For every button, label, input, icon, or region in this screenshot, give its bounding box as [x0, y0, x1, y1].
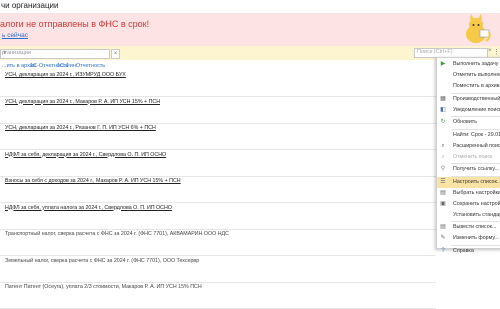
task-link[interactable]: УСН, декларация за 2024 г., ИЗУМРУД ООО …	[5, 72, 126, 78]
chevron-down-icon[interactable]: ▼	[2, 50, 7, 56]
menu-item-label: Расширенный поиск	[453, 142, 500, 149]
menu-item-label: Изменить форму...	[453, 235, 499, 241]
settings-icon: ▤	[440, 189, 446, 196]
blank-icon	[440, 212, 446, 218]
blank-icon	[440, 72, 446, 78]
menu-item[interactable]: Найти: Срок - 29.01.20	[437, 130, 500, 141]
menu-item[interactable]: ⌕ Расширенный поиск	[437, 141, 500, 152]
task-link[interactable]: Транспортный налог, сверка расчета с ФНС…	[5, 231, 229, 237]
menu-item[interactable]: ↻ Обновить	[437, 117, 500, 128]
organization-select[interactable]: рганизации ▼	[0, 49, 110, 59]
menu-item[interactable]: ▣ Сохранить настройки	[437, 199, 500, 210]
menu-item-label: Отменить поиск	[453, 153, 493, 160]
link-icon: ⚲	[440, 166, 446, 172]
menu-item-label: Обновить	[453, 119, 477, 125]
table-row[interactable]: УСН, декларация за 2024 г., Рязанов Г. П…	[0, 123, 436, 150]
filter-bar: ...ить в архив 1С-Отчетность 1С:ФинОтчет…	[0, 60, 500, 70]
menu-item[interactable]: ☰ Настроить список...	[437, 176, 500, 188]
menu-item[interactable]: Отметить выполненные	[437, 70, 500, 81]
table-row[interactable]: НДФЛ за себя, уплата налога за 2024 г., …	[0, 203, 436, 230]
banner-action-link[interactable]: ь сейчас	[2, 32, 28, 39]
print-icon: ▤	[440, 224, 446, 230]
context-menu: ▶ Выполнить задачу Отметить выполненные Пом…	[436, 57, 500, 254]
menu-item[interactable]: ⌕ Отменить поиск	[437, 152, 500, 163]
menu-item-label: Выбрать настройки...	[453, 189, 500, 196]
menu-item-label: Поместить в архив	[453, 83, 500, 89]
menu-item[interactable]: ◧ Уведомление поискам	[437, 105, 500, 116]
task-link[interactable]: Земельный налог, сверка расчета с ФНС за…	[5, 258, 199, 264]
menu-item-label: Отметить выполненные	[453, 72, 500, 78]
warning-banner: алоги не отправлены в ФНС в срок! ь сейч…	[0, 13, 500, 46]
search-clear-icon[interactable]: ×	[488, 48, 492, 54]
menu-item-label: Установить стандартн	[453, 211, 500, 218]
menu-item-label: Получить ссылку...	[453, 166, 499, 172]
cancel-search-icon: ⌕	[441, 153, 445, 160]
menu-item-label: Уведомление поискам	[453, 106, 500, 113]
play-icon: ▶	[440, 61, 446, 67]
refresh-icon: ↻	[440, 119, 446, 125]
menu-item-label: Справка	[453, 247, 474, 254]
task-link[interactable]: Взносы за себя с доходов за 2024 г., Мак…	[5, 178, 181, 184]
help-icon: ?	[441, 247, 445, 254]
filter-1c-fin-reporting[interactable]: 1С:ФинОтчетность	[57, 63, 105, 69]
task-link[interactable]: НДФЛ за себя, уплата налога за 2024 г., …	[5, 205, 172, 211]
save-icon: ▣	[440, 200, 446, 207]
menu-item[interactable]: Поместить в архив	[437, 81, 500, 92]
task-link[interactable]: Патент Патент (Осеуга), уплата 2/3 стоим…	[5, 284, 202, 290]
menu-item-label: Вывести список...	[453, 224, 497, 230]
blank-icon	[440, 83, 446, 89]
task-link[interactable]: УСН, декларация за 2024 г., Рязанов Г. П…	[5, 125, 156, 131]
table-row[interactable]: Транспортный налог, сверка расчета с ФНС…	[0, 229, 436, 256]
table-row[interactable]: УСН, декларация за 2024 г., Макаров Р. А…	[0, 97, 436, 124]
window-title: чи организации	[1, 1, 59, 10]
search-placeholder: Поиск (Ctrl+F)	[417, 49, 453, 55]
banner-message: алоги не отправлены в ФНС в срок!	[0, 19, 150, 29]
table-row[interactable]: Земельный налог, сверка расчета с ФНС за…	[0, 256, 436, 283]
menu-item-label: Настроить список...	[453, 178, 500, 185]
clear-icon[interactable]: ×	[111, 49, 120, 59]
notify-icon: ◧	[440, 106, 446, 113]
menu-item[interactable]: ✎ Изменить форму...	[437, 233, 500, 244]
menu-item-label: Найти: Срок - 29.01.20	[453, 131, 500, 138]
menu-item[interactable]: Установить стандартн	[437, 210, 500, 221]
menu-item[interactable]: ▶ Выполнить задачу	[437, 59, 500, 70]
form-edit-icon: ✎	[440, 235, 446, 241]
table-row[interactable]: УСН, декларация за 2024 г., ИЗУМРУД ООО …	[0, 70, 436, 97]
blank-icon	[440, 132, 446, 138]
table-row[interactable]: Взносы за себя с доходов за 2024 г., Мак…	[0, 176, 436, 203]
menu-item[interactable]: ? Справка	[437, 246, 500, 257]
menu-item[interactable]: ▤ Выбрать настройки...	[437, 188, 500, 199]
list-settings-icon: ☰	[440, 178, 446, 185]
more-icon[interactable]: ⋮	[493, 48, 500, 56]
cat-mascot-icon	[466, 14, 491, 43]
menu-item-label: Выполнить задачу	[453, 61, 499, 67]
menu-item-label: Производственный кал	[453, 95, 500, 102]
toolbar: рганизации ▼ × Поиск (Ctrl+F) × ⋮	[0, 46, 500, 60]
window-title-bar: чи организации	[0, 0, 500, 13]
table-row[interactable]: Патент Патент (Осеуга), уплата 2/3 стоим…	[0, 282, 436, 309]
search-icon: ⌕	[441, 142, 445, 149]
task-link[interactable]: НДФЛ за себя, декларация за 2024 г., Све…	[5, 152, 166, 158]
table-row[interactable]: НДФЛ за себя, декларация за 2024 г., Све…	[0, 150, 436, 177]
menu-item-label: Сохранить настройки	[453, 200, 500, 207]
menu-item[interactable]: ▦ Производственный кал	[437, 94, 500, 105]
menu-item[interactable]: ▤ Вывести список...	[437, 222, 500, 233]
menu-item[interactable]: ⚲ Получить ссылку...	[437, 164, 500, 175]
calendar-icon: ▦	[440, 95, 446, 102]
task-link[interactable]: УСН, декларация за 2024 г., Макаров Р. А…	[5, 99, 160, 105]
